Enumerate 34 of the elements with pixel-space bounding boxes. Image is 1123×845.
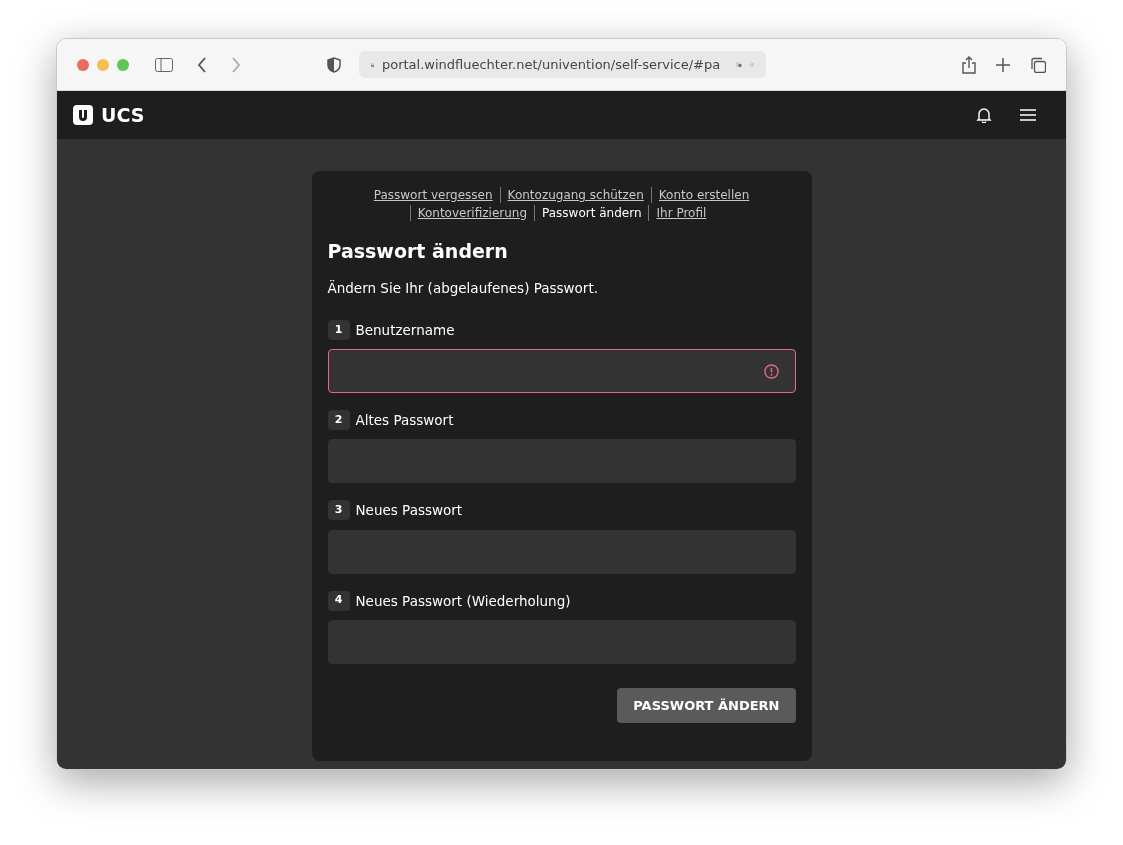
logo-icon: [73, 105, 93, 125]
nav-link[interactable]: Ihr Profil: [648, 205, 714, 221]
input-field[interactable]: [327, 349, 796, 393]
change-password-button[interactable]: PASSWORT ÄNDERN: [617, 687, 796, 723]
menu-icon[interactable]: [1020, 109, 1036, 121]
new-tab-icon[interactable]: [996, 57, 1010, 72]
shield-icon[interactable]: [327, 56, 341, 73]
field-label: Neues Passwort: [355, 501, 463, 521]
maximize-window-icon[interactable]: [117, 58, 129, 71]
field-label: Benutzername: [355, 320, 455, 340]
logo-text: UCS: [101, 102, 145, 128]
field-label: Neues Passwort (Wiederholung): [355, 591, 571, 611]
page-title: Passwort ändern: [327, 239, 509, 264]
url-text: portal.windfluechter.net/univention/self-service/#pa: [381, 55, 721, 74]
step-number: 2: [327, 410, 350, 431]
tabs-overview-icon[interactable]: [1030, 56, 1046, 73]
close-window-icon[interactable]: [77, 58, 89, 71]
description-text: Ändern Sie Ihr (abgelaufenes) Passwort.: [327, 278, 599, 298]
back-icon[interactable]: [197, 56, 207, 73]
sidebar-icon[interactable]: [155, 57, 173, 72]
nav-link[interactable]: Passwort vergessen: [366, 187, 500, 203]
nav-link[interactable]: Kontozugang schützen: [499, 187, 651, 203]
nav-link[interactable]: Kontoverifizierung: [409, 205, 535, 221]
nav-link[interactable]: Konto erstellen: [650, 187, 757, 203]
forward-icon[interactable]: [231, 56, 241, 73]
step-number: 1: [327, 319, 350, 340]
address-bar[interactable]: portal.windfluechter.net/univention/self-service/#pa: [359, 51, 766, 78]
bell-icon[interactable]: [976, 107, 992, 123]
share-icon[interactable]: [962, 55, 976, 74]
step-number: 3: [327, 500, 350, 521]
nav-link[interactable]: Passwort ändern: [534, 205, 649, 221]
field-label: Altes Passwort: [355, 411, 454, 430]
error-icon: [763, 363, 779, 379]
step-number: 4: [327, 590, 350, 611]
